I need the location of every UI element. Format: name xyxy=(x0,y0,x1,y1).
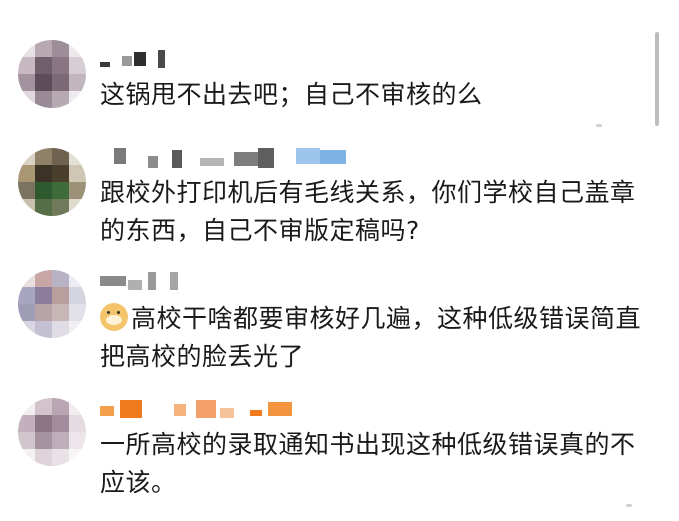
comment-text: 一所高校的录取通知书出现这种低级错误真的不应该。 xyxy=(100,430,636,497)
avatar[interactable] xyxy=(18,270,86,338)
corner-dot xyxy=(626,504,632,507)
avatar[interactable] xyxy=(18,398,86,466)
avatar[interactable] xyxy=(18,40,86,108)
comment-text: 高校干啥都要审核好几遍，这种低级错误简直把高校的脸丢光了 xyxy=(100,300,660,376)
scrollbar[interactable] xyxy=(655,32,659,126)
corner-dot xyxy=(596,124,602,127)
doge-emoji-icon xyxy=(100,303,128,331)
username-blurred[interactable] xyxy=(100,400,300,422)
avatar[interactable] xyxy=(18,148,86,216)
username-blurred[interactable] xyxy=(100,50,180,72)
comment-text-content: 高校干啥都要审核好几遍，这种低级错误简直把高校的脸丢光了 xyxy=(100,304,642,371)
comment-text: 这锅甩不出去吧；自己不审核的么 xyxy=(100,80,483,109)
username-blurred[interactable] xyxy=(100,148,360,170)
username-blurred[interactable] xyxy=(100,272,190,294)
comment-text: 跟校外打印机后有毛线关系，你们学校自己盖章的东西，自己不审版定稿吗? xyxy=(100,178,636,245)
